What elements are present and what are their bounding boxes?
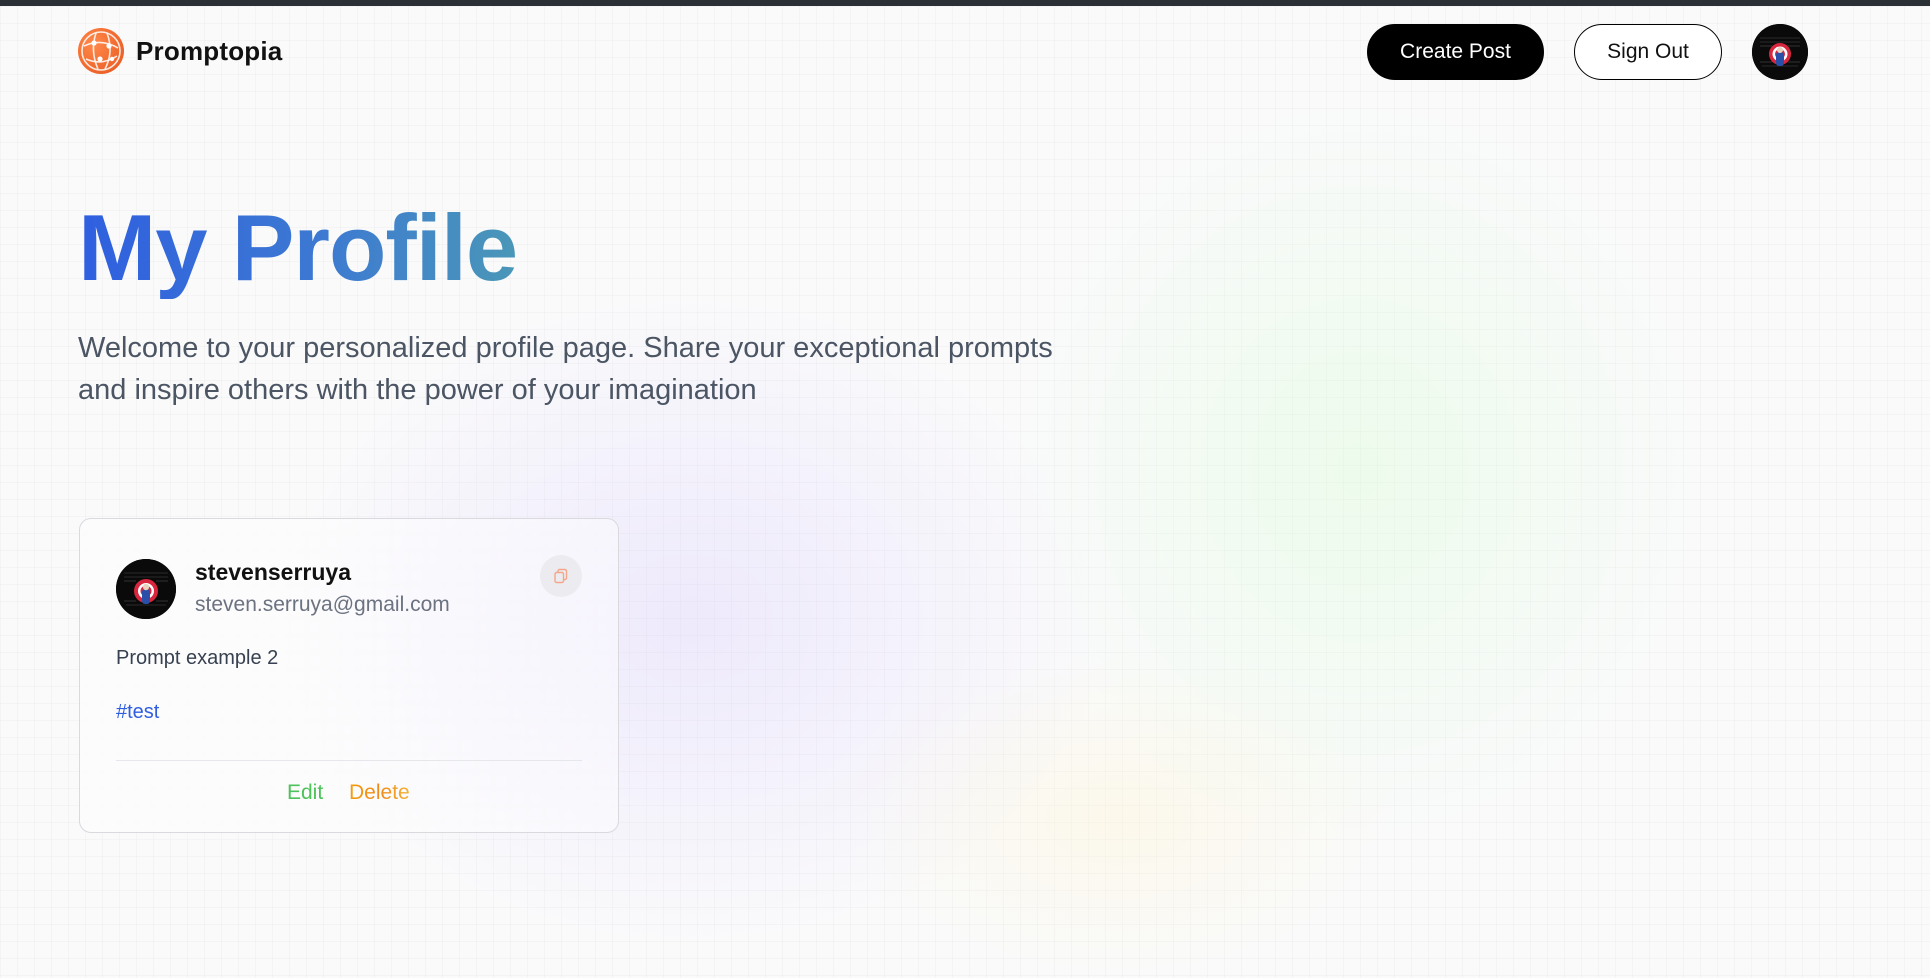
delete-button[interactable]: Delete — [349, 781, 410, 805]
copy-button[interactable] — [540, 555, 582, 597]
globe-network-icon — [78, 28, 124, 74]
create-post-button[interactable]: Create Post — [1367, 24, 1544, 80]
prompt-tag[interactable]: #test — [116, 701, 159, 724]
user-avatar[interactable] — [1752, 24, 1808, 80]
page-description: Welcome to your personalized profile pag… — [78, 332, 1053, 406]
author-avatar[interactable] — [116, 559, 176, 619]
sign-out-button[interactable]: Sign Out — [1574, 24, 1722, 80]
author-email: steven.serruya@gmail.com — [195, 593, 450, 616]
navbar: Promptopia Create Post Sign Out — [0, 6, 1930, 98]
background-glow — [820, 640, 1420, 978]
prompt-card[interactable]: stevenserruya steven.serruya@gmail.com P… — [79, 518, 619, 833]
author-username[interactable]: stevenserruya — [195, 559, 351, 586]
edit-button[interactable]: Edit — [287, 781, 323, 805]
brand-name: Promptopia — [136, 35, 283, 66]
card-divider — [116, 760, 582, 761]
brand-link[interactable]: Promptopia — [78, 28, 282, 74]
prompt-text: Prompt example 2 — [116, 647, 279, 669]
page-title: My Profile — [78, 195, 518, 300]
copy-icon — [554, 568, 568, 584]
